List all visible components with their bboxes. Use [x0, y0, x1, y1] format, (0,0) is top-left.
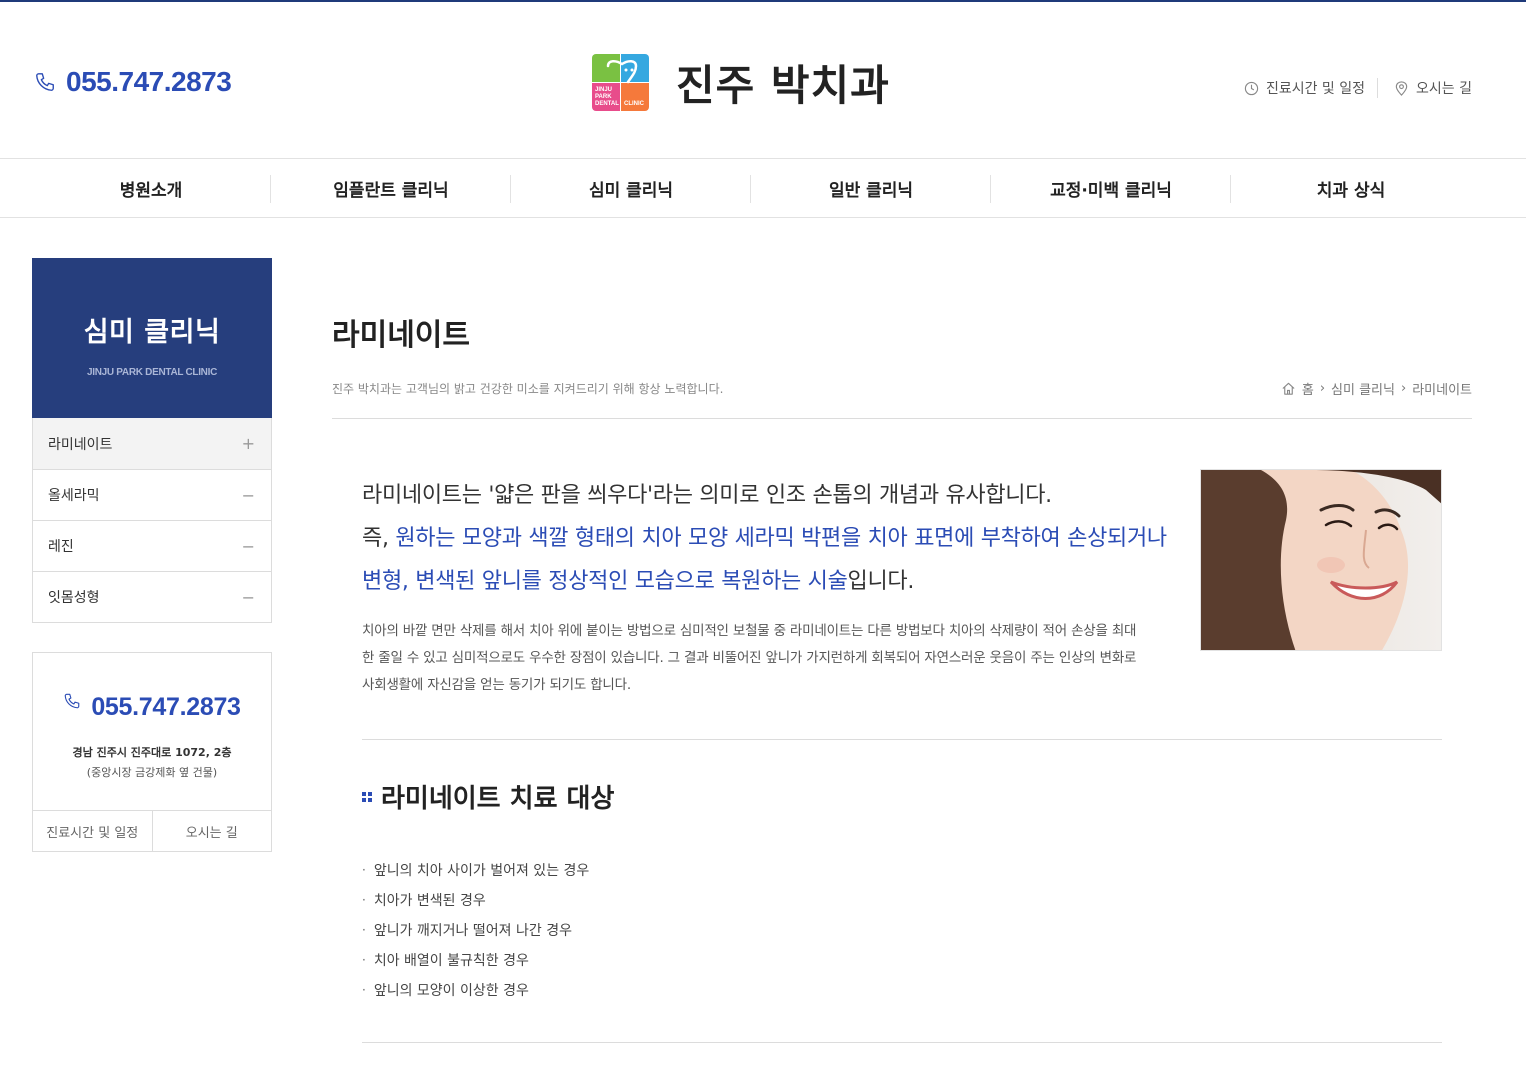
sidebar-contact-buttons: 진료시간 및 일정 오시는 길 — [33, 810, 271, 851]
list-item: · 치아 배열이 불규칙한 경우 — [362, 953, 529, 969]
header-link-directions[interactable]: 오시는 길 — [1394, 78, 1472, 98]
header-phone-number: 055.747.2873 — [66, 66, 232, 97]
lead-line-1: 라미네이트는 '얇은 판을 씌우다'라는 의미로 인조 손톱의 개념과 유사합니… — [362, 483, 1052, 508]
sidebar-phone[interactable]: 055.747.2873 — [33, 693, 271, 722]
site-header: 055.747.2873 JINJU PARK DENTAL CLINIC 진주… — [0, 2, 1526, 158]
nav-item-orthodontic[interactable]: 교정·미백 클리닉 — [991, 159, 1231, 217]
sidebar-address: 경남 진주시 진주대로 1072, 2층 — [72, 746, 232, 759]
sidebar-item-label: 올세라믹 — [48, 488, 100, 504]
page-subheader: 진주 박치과는 고객님의 밝고 건강한 미소를 지켜드리기 위해 항상 노력합니… — [332, 378, 1472, 419]
minus-icon: − — [241, 485, 255, 505]
page-title: 라미네이트 — [332, 318, 470, 353]
sidebar-item-laminate[interactable]: 라미네이트 + — [33, 418, 271, 469]
sidebar-contact-box: 055.747.2873 경남 진주시 진주대로 1072, 2층 (중앙시장 … — [32, 652, 272, 852]
main-nav: 병원소개 임플란트 클리닉 심미 클리닉 일반 클리닉 교정·미백 클리닉 치과… — [0, 158, 1526, 218]
nav-item-about[interactable]: 병원소개 — [31, 159, 271, 217]
phone-icon — [65, 693, 80, 708]
chevron-right-icon: › — [1319, 381, 1326, 396]
section-divider — [362, 739, 1442, 740]
header-utility-links: 진료시간 및 일정 오시는 길 — [1244, 78, 1472, 98]
sidebar-item-label: 라미네이트 — [48, 436, 113, 453]
treatment-target-list: · 앞니의 치아 사이가 벌어져 있는 경우 · 치아가 변색된 경우 · 앞니가 깨… — [362, 855, 589, 1005]
home-icon[interactable] — [1281, 381, 1296, 396]
page-description: 진주 박치과는 고객님의 밝고 건강한 미소를 지켜드리기 위해 항상 노력합니… — [332, 382, 724, 396]
list-item: · 앞니의 모양이 이상한 경우 — [362, 983, 529, 999]
logo-mark-icon: JINJU PARK DENTAL CLINIC — [592, 53, 650, 112]
header-link-hours[interactable]: 진료시간 및 일정 — [1244, 78, 1365, 98]
site-logo[interactable]: JINJU PARK DENTAL CLINIC 진주 박치과 — [592, 52, 890, 113]
chevron-right-icon: › — [1400, 381, 1407, 396]
list-item: · 앞니의 치아 사이가 벌어져 있는 경우 — [362, 863, 590, 879]
sidebar-item-label: 잇몸성형 — [48, 590, 100, 606]
sidebar-header: 심미 클리닉 JINJU PARK DENTAL CLINIC — [32, 258, 272, 418]
body-text: 치아의 바깥 면만 삭제를 해서 치아 위에 붙이는 방법으로 심미적인 보철물… — [362, 623, 1137, 693]
minus-icon: − — [241, 536, 255, 556]
breadcrumb-home[interactable]: 홈 — [1302, 379, 1314, 398]
list-item: · 앞니가 깨지거나 떨어져 나간 경우 — [362, 923, 572, 939]
section-title: 라미네이트 치료 대상 — [381, 784, 615, 814]
nav-item-general[interactable]: 일반 클리닉 — [751, 159, 991, 217]
map-pin-icon — [1395, 80, 1408, 96]
section-divider — [362, 1042, 1442, 1043]
list-item: · 치아가 변색된 경우 — [362, 893, 486, 909]
header-phone[interactable]: 055.747.2873 — [34, 66, 232, 98]
sidebar-phone-number: 055.747.2873 — [91, 693, 241, 721]
nav-item-knowledge[interactable]: 치과 상식 — [1231, 159, 1471, 217]
header-link-directions-label: 오시는 길 — [1416, 81, 1472, 97]
sidebar-item-gum-contouring[interactable]: 잇몸성형 − — [33, 571, 271, 622]
nav-item-implant[interactable]: 임플란트 클리닉 — [271, 159, 511, 217]
lead-text: 라미네이트는 '얇은 판을 씌우다'라는 의미로 인조 손톱의 개념과 유사합니… — [362, 474, 1182, 603]
nav-item-aesthetic[interactable]: 심미 클리닉 — [511, 159, 751, 217]
sidebar-item-all-ceramic[interactable]: 올세라믹 − — [33, 469, 271, 520]
logo-name: 진주 박치과 — [676, 61, 890, 110]
lead-highlight: 원하는 모양과 색깔 형태의 치아 모양 세라믹 박편을 치아 표면에 부착하여… — [362, 526, 1167, 594]
plus-icon: + — [241, 434, 255, 453]
sidebar-item-label: 레진 — [48, 539, 74, 555]
sidebar-subtitle: JINJU PARK DENTAL CLINIC — [86, 367, 218, 378]
section-heading: 라미네이트 치료 대상 — [362, 778, 614, 815]
directions-button[interactable]: 오시는 길 — [153, 811, 272, 851]
clock-icon — [1244, 81, 1259, 95]
header-link-hours-label: 진료시간 및 일정 — [1265, 81, 1366, 97]
breadcrumb-aesthetic[interactable]: 심미 클리닉 — [1331, 379, 1395, 398]
smiling-woman-photo — [1200, 469, 1442, 651]
sidebar-menu: 라미네이트 + 올세라믹 − 레진 − 잇몸성형 − — [32, 418, 272, 623]
header-link-divider — [1377, 78, 1379, 98]
minus-icon: − — [241, 587, 255, 607]
sidebar-address-note: (중앙시장 금강제화 옆 건물) — [86, 766, 218, 779]
breadcrumb-current: 라미네이트 — [1412, 383, 1472, 398]
hours-button[interactable]: 진료시간 및 일정 — [33, 811, 153, 851]
breadcrumb: 홈 › 심미 클리닉 › 라미네이트 — [1281, 379, 1472, 398]
phone-icon — [36, 73, 54, 91]
sidebar-title: 심미 클리닉 — [83, 317, 221, 348]
grid-dots-icon — [362, 791, 372, 802]
sidebar-item-resin[interactable]: 레진 − — [33, 520, 271, 571]
lead-line-2: 즉, 원하는 모양과 색깔 형태의 치아 모양 세라믹 박편을 치아 표면에 부… — [362, 526, 1167, 594]
